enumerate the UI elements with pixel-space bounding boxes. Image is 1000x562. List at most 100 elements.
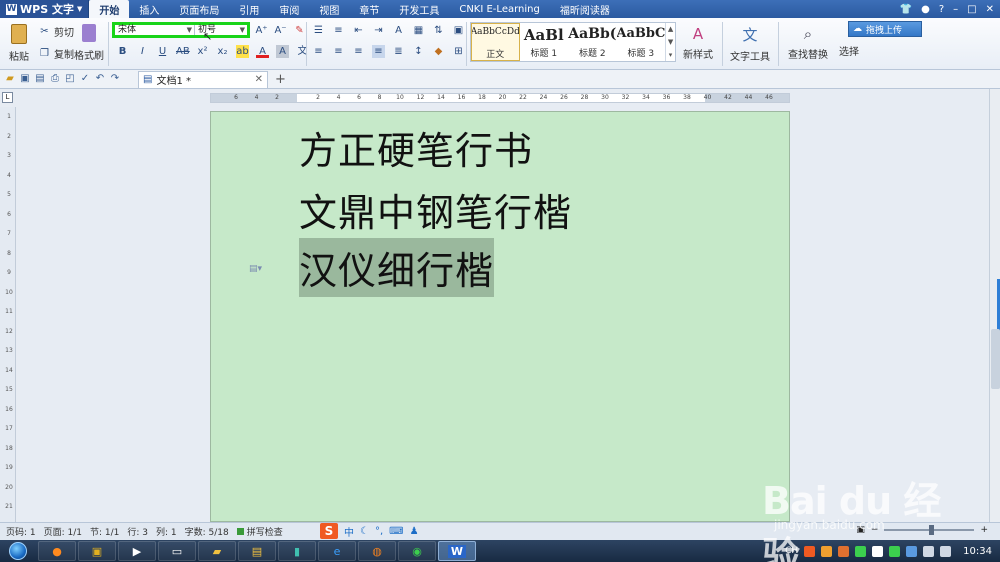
tab-stop-selector[interactable]: L xyxy=(2,92,13,103)
tray-app-icon[interactable] xyxy=(821,545,833,557)
taskbar-ie[interactable]: e xyxy=(318,541,356,561)
tray-app-icon[interactable] xyxy=(838,545,850,557)
justify-icon[interactable]: ≡ xyxy=(372,45,385,58)
shading-icon[interactable]: ◆ xyxy=(432,45,445,58)
volume-icon[interactable] xyxy=(940,545,952,557)
menu-tab[interactable]: 福昕阅读器 xyxy=(550,0,620,18)
menu-tab[interactable]: 引用 xyxy=(229,0,269,18)
font-name-select[interactable]: 宋体 ▼ xyxy=(115,25,195,35)
print-icon[interactable]: ⎙ xyxy=(49,73,61,85)
clear-format-icon[interactable]: ✎ xyxy=(293,24,306,37)
text-direction-icon[interactable]: A xyxy=(392,24,405,37)
distribute-icon[interactable]: ≣ xyxy=(392,45,405,58)
menu-tab[interactable]: 开发工具 xyxy=(389,0,449,18)
font-color-icon[interactable]: A xyxy=(256,45,269,58)
tray-app-icon[interactable] xyxy=(855,545,867,557)
taskbar-explorer[interactable]: ▰ xyxy=(198,541,236,561)
print-preview-icon[interactable]: ◰ xyxy=(64,73,76,85)
menu-tab[interactable]: CNKI E-Learning xyxy=(449,0,550,18)
grow-font-icon[interactable]: A⁺ xyxy=(255,24,268,37)
menu-tab[interactable]: 视图 xyxy=(309,0,349,18)
format-painter-button[interactable]: 格式刷 xyxy=(74,22,104,64)
redo-icon[interactable]: ↷ xyxy=(109,73,121,85)
tray-app-icon[interactable] xyxy=(906,545,918,557)
ime-user-icon[interactable]: ♟ xyxy=(410,526,419,537)
vertical-scrollbar[interactable] xyxy=(989,89,1000,522)
increase-indent-icon[interactable]: ⇥ xyxy=(372,24,385,37)
spell-icon[interactable]: ✓ xyxy=(79,73,91,85)
subscript-icon[interactable]: x₂ xyxy=(216,45,229,58)
align-center-icon[interactable]: ≡ xyxy=(332,45,345,58)
horizontal-ruler[interactable]: 6 4 2 2 4 6 8 10 12 14 16 18 20 22 24 26 28 30 32 34 36 38 40 4… xyxy=(210,93,790,103)
copy-button[interactable]: ❐ 复制 xyxy=(38,46,74,61)
show-marks-icon[interactable]: ▣ xyxy=(452,24,465,37)
document-tab[interactable]: ▤ 文档1 * ✕ xyxy=(138,70,268,88)
paragraph-handle-icon[interactable]: ▤▾ xyxy=(249,264,262,274)
menu-tab[interactable]: 章节 xyxy=(349,0,389,18)
zoom-slider[interactable] xyxy=(884,525,975,535)
menu-tab[interactable]: 页面布局 xyxy=(169,0,229,18)
punctuation-icon[interactable]: °, xyxy=(375,526,383,537)
underline-icon[interactable]: U xyxy=(156,45,169,58)
superscript-icon[interactable]: x² xyxy=(196,45,209,58)
text-tools-button[interactable]: 文 文字工具 xyxy=(726,22,774,64)
menu-tab[interactable]: 开始 xyxy=(89,0,130,18)
style-item[interactable]: AaBbC 标题 3 xyxy=(617,23,666,61)
char-shading-icon[interactable]: A xyxy=(276,45,289,58)
keyboard-icon[interactable]: ⌨ xyxy=(389,526,403,537)
zoom-in-icon[interactable]: + xyxy=(980,525,988,535)
status-page-no[interactable]: 页码: 1 xyxy=(6,525,36,538)
bold-icon[interactable]: B xyxy=(116,45,129,58)
start-button[interactable] xyxy=(0,540,36,562)
border-icon[interactable]: ⊞ xyxy=(452,45,465,58)
bullet-list-icon[interactable]: ☰ xyxy=(312,24,325,37)
minimize-button[interactable]: – xyxy=(953,4,958,15)
align-left-icon[interactable]: ≡ xyxy=(312,45,325,58)
close-tab-icon[interactable]: ✕ xyxy=(255,74,263,85)
tray-app-icon[interactable] xyxy=(872,545,884,557)
zoom-slider-thumb[interactable] xyxy=(929,525,935,535)
decrease-indent-icon[interactable]: ⇤ xyxy=(352,24,365,37)
taskbar-media[interactable]: ▶ xyxy=(118,541,156,561)
upload-button[interactable]: ☁ 拖拽上传 xyxy=(848,21,922,37)
spell-check-toggle[interactable]: 拼写检查 xyxy=(236,525,283,538)
table-icon[interactable]: ▦ xyxy=(412,24,425,37)
tray-app-icon[interactable] xyxy=(889,545,901,557)
maximize-button[interactable]: □ xyxy=(967,4,976,15)
taskbar-firefox[interactable]: ● xyxy=(38,541,76,561)
italic-icon[interactable]: I xyxy=(136,45,149,58)
style-gallery-scroll[interactable]: ▲ ▼ ▾ xyxy=(665,23,675,61)
style-item[interactable]: AaBbCcDd 正文 xyxy=(471,23,520,61)
clock[interactable]: 10:34 xyxy=(963,546,992,557)
document-line-selected[interactable]: 汉仪细行楷 xyxy=(299,238,495,297)
find-replace-button[interactable]: ⌕ 查找替换 xyxy=(784,22,832,64)
taskbar-notes[interactable]: ▮ xyxy=(278,541,316,561)
document-page[interactable]: 方正硬笔行书 文鼎中钢笔行楷 汉仪细行楷 ▤▾ xyxy=(210,111,790,522)
new-tab-button[interactable]: + xyxy=(275,72,286,87)
app-menu-button[interactable]: W WPS 文字 ▼ xyxy=(0,0,90,18)
sogou-ime-icon[interactable]: S xyxy=(320,523,338,539)
network-icon[interactable] xyxy=(923,545,935,557)
save-as-icon[interactable]: ▤ xyxy=(34,73,46,85)
scrollbar-thumb[interactable] xyxy=(991,329,1000,389)
taskbar-files[interactable]: ▤ xyxy=(238,541,276,561)
shrink-font-icon[interactable]: A⁻ xyxy=(274,24,287,37)
taskbar-wps-writer[interactable]: W xyxy=(438,541,476,561)
style-item[interactable]: AaBl 标题 1 xyxy=(520,23,569,61)
taskbar-app[interactable]: ▣ xyxy=(78,541,116,561)
strikethrough-icon[interactable]: AB xyxy=(176,45,190,58)
paste-button[interactable]: 粘贴 xyxy=(4,22,34,64)
expand-gallery-icon[interactable]: ▾ xyxy=(669,51,673,59)
sogou-tray-icon[interactable] xyxy=(804,545,816,557)
new-style-button[interactable]: A 新样式 xyxy=(678,22,718,64)
highlight-icon[interactable]: ab xyxy=(236,45,249,58)
style-item[interactable]: AaBb(标题 2 xyxy=(568,23,617,61)
align-right-icon[interactable]: ≡ xyxy=(352,45,365,58)
document-line[interactable]: 文鼎中钢笔行楷 xyxy=(299,182,572,237)
skin-icon[interactable]: 👕 xyxy=(900,4,912,15)
taskbar-pdf[interactable]: ◍ xyxy=(358,541,396,561)
sort-icon[interactable]: ⇅ xyxy=(432,24,445,37)
save-icon[interactable]: ▣ xyxy=(19,73,31,85)
taskbar-wechat[interactable]: ◉ xyxy=(398,541,436,561)
scroll-up-icon[interactable]: ▲ xyxy=(668,25,673,33)
